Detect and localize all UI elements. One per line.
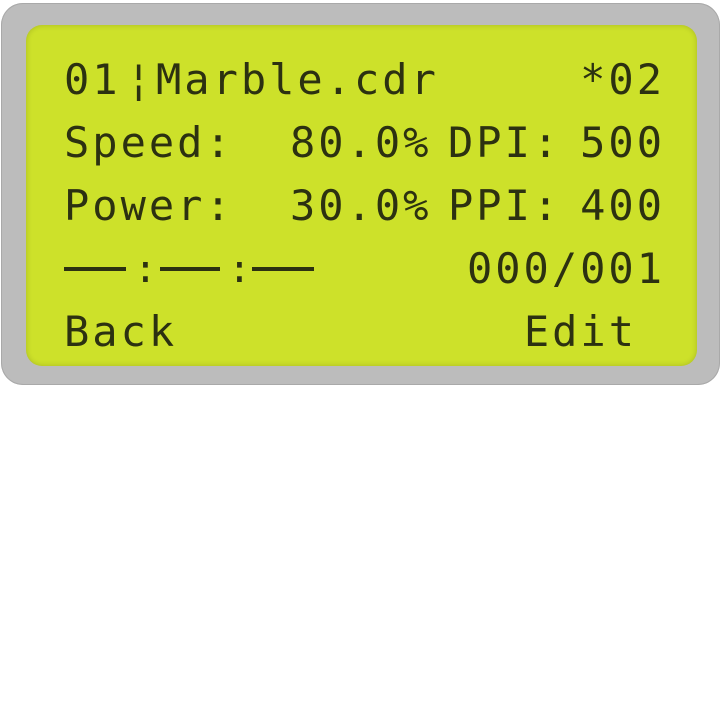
file-name: Marble.cdr (156, 55, 439, 104)
softkey-line: Back Edit (64, 302, 665, 362)
power-line: Power: 30.0% PPI: 400 (64, 176, 665, 236)
time-colon-2: : (228, 247, 251, 291)
speed-value: 80.0% (290, 118, 432, 167)
file-line: 01 ¦ Marble.cdr *02 (64, 50, 665, 110)
job-counter: 000/001 (466, 244, 665, 293)
power-label: Power: (64, 181, 234, 230)
lcd-screen: 01 ¦ Marble.cdr *02 Speed: 80.0% DPI: 50… (26, 25, 697, 366)
file-separator: ¦ (126, 55, 155, 104)
time-minutes-placeholder (160, 267, 220, 271)
power-value: 30.0% (290, 181, 432, 230)
dpi-label: DPI: (448, 118, 562, 167)
time-seconds-placeholder (252, 267, 314, 271)
speed-label: Speed: (64, 118, 234, 167)
speed-line: Speed: 80.0% DPI: 500 (64, 113, 665, 173)
edit-softkey[interactable]: Edit (524, 302, 637, 362)
file-index: 01 (64, 55, 121, 104)
ppi-value: 400 (580, 181, 665, 230)
back-softkey[interactable]: Back (64, 302, 177, 362)
dpi-value: 500 (580, 118, 665, 167)
job-code: *02 (580, 55, 665, 104)
lcd-bezel: 01 ¦ Marble.cdr *02 Speed: 80.0% DPI: 50… (1, 3, 720, 385)
time-colon-1: : (134, 247, 157, 291)
status-line: : : 000/001 (64, 239, 665, 299)
time-hours-placeholder (64, 267, 126, 271)
ppi-label: PPI: (448, 181, 562, 230)
